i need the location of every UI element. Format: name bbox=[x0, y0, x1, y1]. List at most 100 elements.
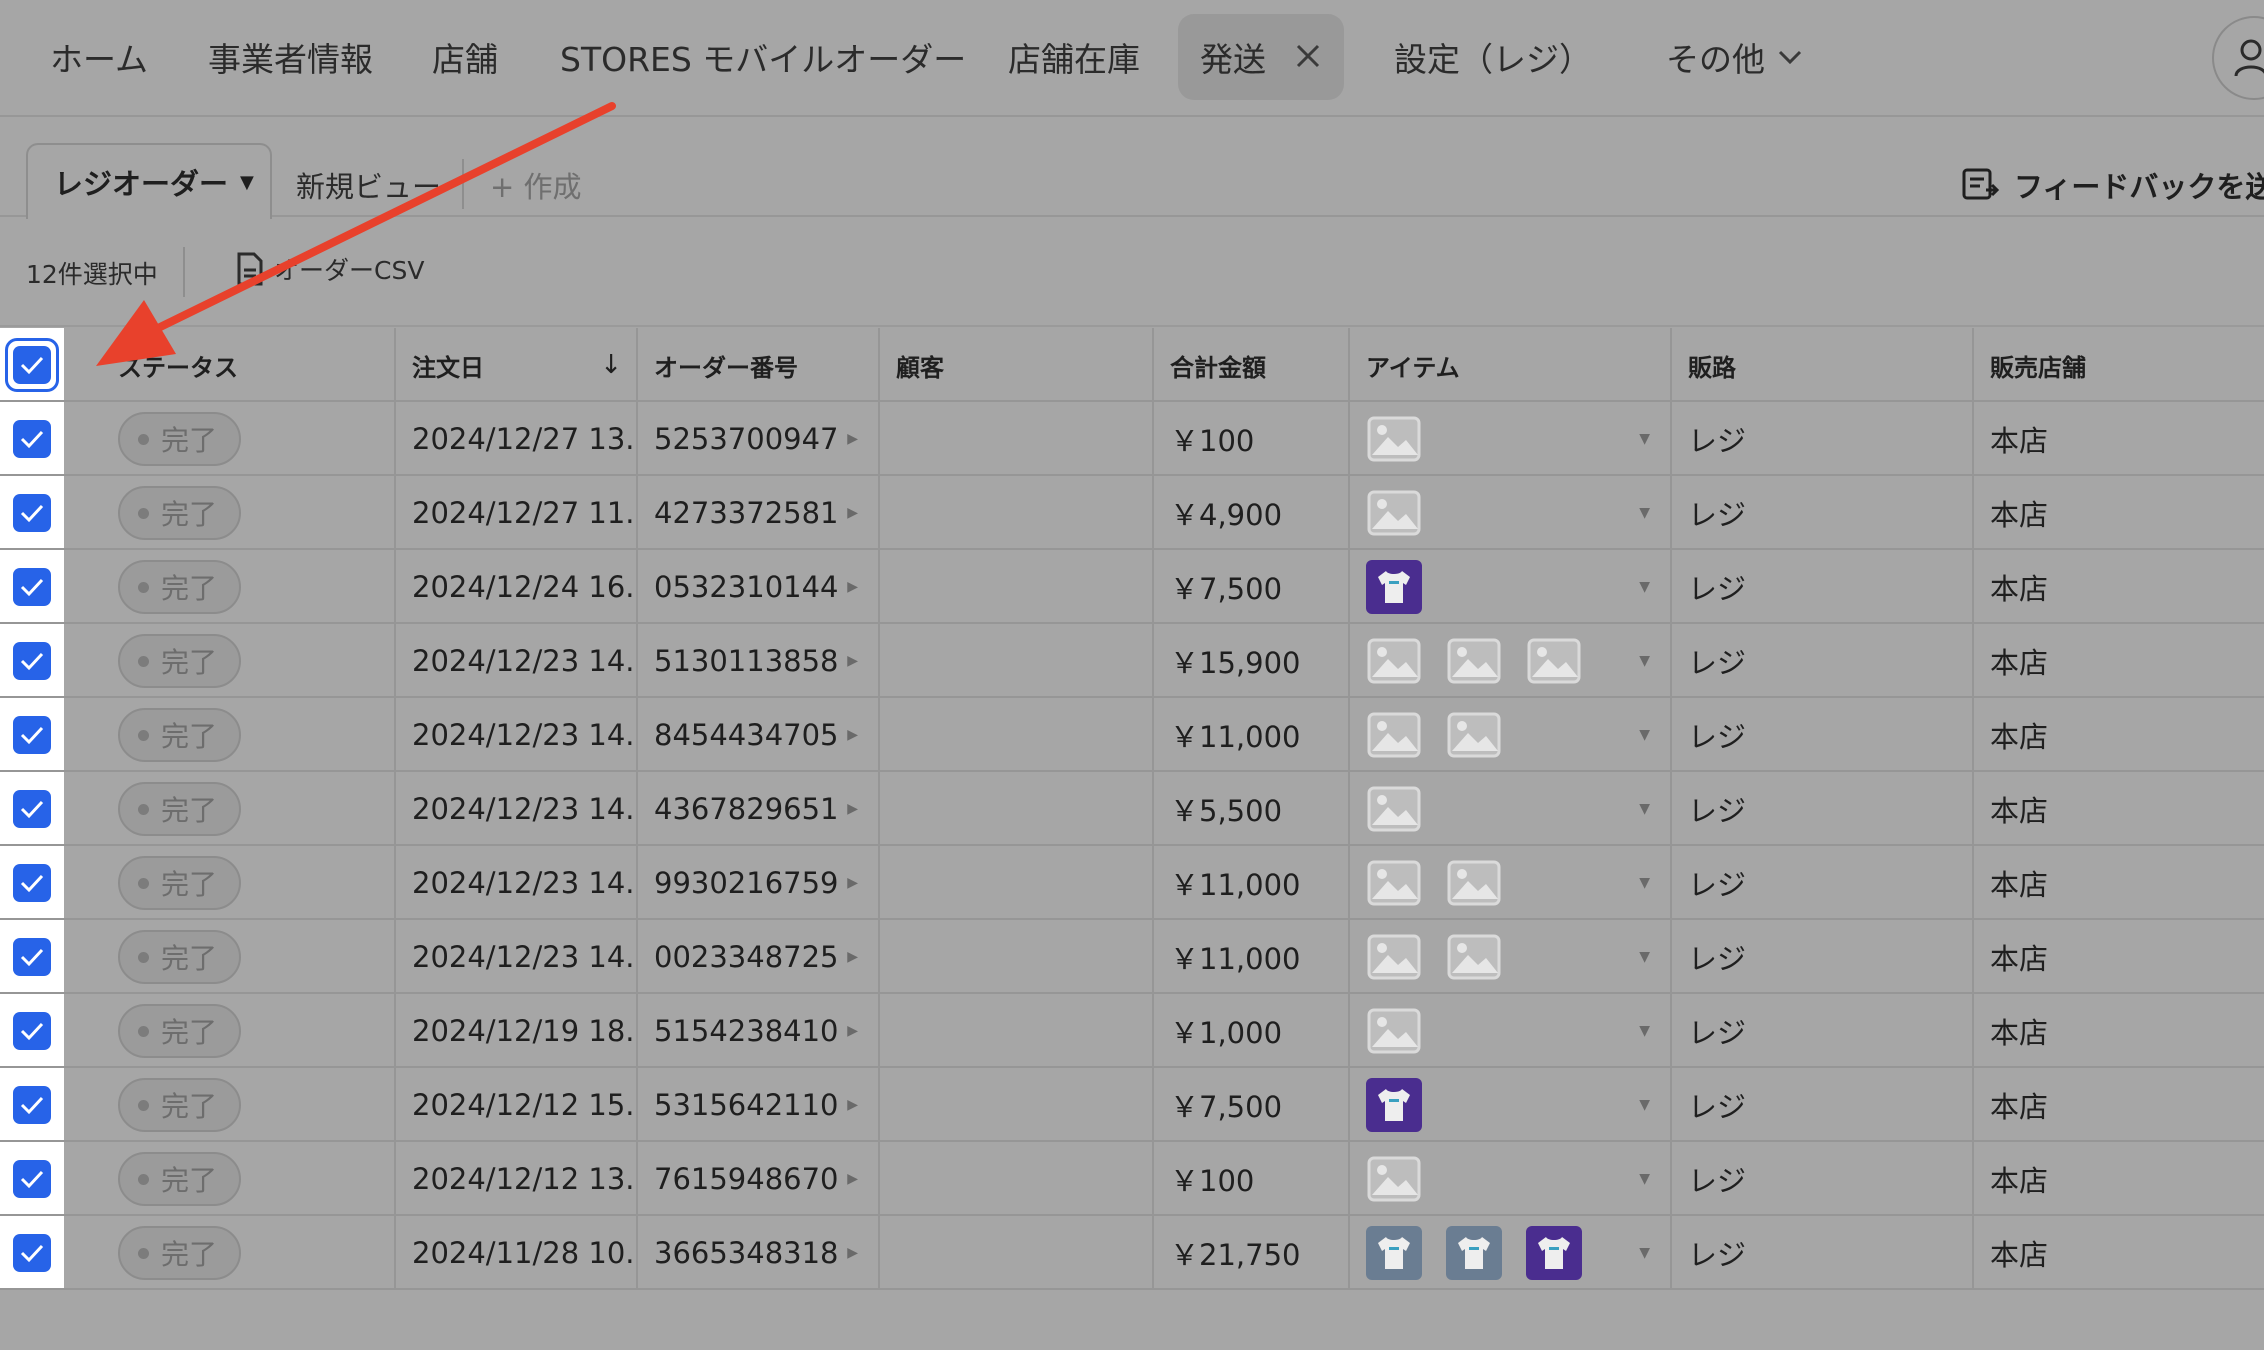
nav-store-inventory[interactable]: 店舗在庫 bbox=[1008, 14, 1140, 100]
nav-mobile-order[interactable]: STORES モバイルオーダー bbox=[560, 14, 966, 100]
table-row[interactable]: 完了 2024/12/23 14... 4367829651 ▶ ￥5,500 … bbox=[0, 772, 2264, 846]
items-cell[interactable]: ▼ bbox=[1348, 772, 1670, 846]
header-items[interactable]: アイテム bbox=[1348, 328, 1670, 402]
order-number-cell[interactable]: 0023348725 ▶ bbox=[636, 920, 878, 994]
expand-arrow-icon[interactable]: ▶ bbox=[847, 875, 858, 891]
items-cell[interactable]: ▼ bbox=[1348, 846, 1670, 920]
create-view-button[interactable]: + 作成 bbox=[490, 157, 582, 213]
order-number[interactable]: 0532310144 bbox=[654, 570, 839, 604]
items-cell[interactable]: ▼ bbox=[1348, 1068, 1670, 1142]
row-checkbox[interactable] bbox=[13, 716, 51, 754]
order-csv-button[interactable]: オーダーCSV bbox=[236, 251, 424, 287]
close-icon[interactable] bbox=[1294, 37, 1322, 77]
select-all-checkbox[interactable] bbox=[5, 338, 59, 392]
table-row[interactable]: 完了 2024/12/23 14... 5130113858 ▶ ￥15,900… bbox=[0, 624, 2264, 698]
order-number[interactable]: 5315642110 bbox=[654, 1088, 839, 1122]
dropdown-arrow-icon[interactable]: ▼ bbox=[1639, 505, 1650, 521]
order-number[interactable]: 5154238410 bbox=[654, 1014, 839, 1048]
dropdown-arrow-icon[interactable]: ▼ bbox=[1639, 653, 1650, 669]
row-checkbox[interactable] bbox=[13, 1012, 51, 1050]
expand-arrow-icon[interactable]: ▶ bbox=[847, 1023, 858, 1039]
table-row[interactable]: 完了 2024/11/28 10... 3665348318 ▶ ￥21,750… bbox=[0, 1216, 2264, 1290]
header-order-date[interactable]: 注文日 ↓ bbox=[394, 328, 636, 402]
dropdown-arrow-icon[interactable]: ▼ bbox=[1639, 431, 1650, 447]
expand-arrow-icon[interactable]: ▶ bbox=[847, 505, 858, 521]
expand-arrow-icon[interactable]: ▶ bbox=[847, 579, 858, 595]
items-cell[interactable]: ▼ bbox=[1348, 698, 1670, 772]
nav-settings-register[interactable]: 設定（レジ） bbox=[1394, 14, 1592, 100]
items-cell[interactable]: ▼ bbox=[1348, 920, 1670, 994]
expand-arrow-icon[interactable]: ▶ bbox=[847, 801, 858, 817]
header-total[interactable]: 合計金額 bbox=[1152, 328, 1348, 402]
order-number-cell[interactable]: 5154238410 ▶ bbox=[636, 994, 878, 1068]
dropdown-arrow-icon[interactable]: ▼ bbox=[1639, 1171, 1650, 1187]
items-cell[interactable]: ▼ bbox=[1348, 1142, 1670, 1216]
nav-more[interactable]: その他 bbox=[1666, 14, 1803, 100]
row-checkbox[interactable] bbox=[13, 1160, 51, 1198]
order-number[interactable]: 5130113858 bbox=[654, 644, 839, 678]
row-checkbox[interactable] bbox=[13, 938, 51, 976]
items-cell[interactable]: ▼ bbox=[1348, 994, 1670, 1068]
order-number-cell[interactable]: 4367829651 ▶ bbox=[636, 772, 878, 846]
table-row[interactable]: 完了 2024/12/23 14... 0023348725 ▶ ￥11,000… bbox=[0, 920, 2264, 994]
header-channel[interactable]: 販路 bbox=[1670, 328, 1972, 402]
nav-shipping-tab[interactable]: 発送 bbox=[1178, 14, 1344, 100]
order-number[interactable]: 4273372581 bbox=[654, 496, 839, 530]
table-row[interactable]: 完了 2024/12/23 14... 8454434705 ▶ ￥11,000… bbox=[0, 698, 2264, 772]
table-row[interactable]: 完了 2024/12/27 11... 4273372581 ▶ ￥4,900 … bbox=[0, 476, 2264, 550]
expand-arrow-icon[interactable]: ▶ bbox=[847, 1097, 858, 1113]
expand-arrow-icon[interactable]: ▶ bbox=[847, 431, 858, 447]
nav-store[interactable]: 店舗 bbox=[432, 14, 498, 100]
items-cell[interactable]: ▼ bbox=[1348, 402, 1670, 476]
expand-arrow-icon[interactable]: ▶ bbox=[847, 653, 858, 669]
items-cell[interactable]: ▼ bbox=[1348, 624, 1670, 698]
user-avatar[interactable] bbox=[2212, 16, 2264, 100]
caret-down-icon[interactable]: ▼ bbox=[240, 172, 254, 193]
order-number-cell[interactable]: 4273372581 ▶ bbox=[636, 476, 878, 550]
items-cell[interactable]: ▼ bbox=[1348, 1216, 1670, 1290]
table-row[interactable]: 完了 2024/12/12 15... 5315642110 ▶ ￥7,500 … bbox=[0, 1068, 2264, 1142]
expand-arrow-icon[interactable]: ▶ bbox=[847, 949, 858, 965]
dropdown-arrow-icon[interactable]: ▼ bbox=[1639, 1097, 1650, 1113]
order-number-cell[interactable]: 7615948670 ▶ bbox=[636, 1142, 878, 1216]
table-row[interactable]: 完了 2024/12/19 18... 5154238410 ▶ ￥1,000 … bbox=[0, 994, 2264, 1068]
dropdown-arrow-icon[interactable]: ▼ bbox=[1639, 949, 1650, 965]
sort-down-icon[interactable]: ↓ bbox=[600, 350, 622, 380]
header-status[interactable]: ステータス bbox=[64, 328, 394, 402]
order-number-cell[interactable]: 5130113858 ▶ bbox=[636, 624, 878, 698]
header-store[interactable]: 販売店舗 bbox=[1972, 328, 2264, 402]
order-number-cell[interactable]: 5315642110 ▶ bbox=[636, 1068, 878, 1142]
row-checkbox[interactable] bbox=[13, 1234, 51, 1272]
expand-arrow-icon[interactable]: ▶ bbox=[847, 727, 858, 743]
order-number-cell[interactable]: 8454434705 ▶ bbox=[636, 698, 878, 772]
row-checkbox[interactable] bbox=[13, 864, 51, 902]
order-number[interactable]: 3665348318 bbox=[654, 1236, 839, 1270]
order-number[interactable]: 5253700947 bbox=[654, 422, 839, 456]
order-number[interactable]: 0023348725 bbox=[654, 940, 839, 974]
items-cell[interactable]: ▼ bbox=[1348, 476, 1670, 550]
dropdown-arrow-icon[interactable]: ▼ bbox=[1639, 1245, 1650, 1261]
dropdown-arrow-icon[interactable]: ▼ bbox=[1639, 875, 1650, 891]
nav-business-info[interactable]: 事業者情報 bbox=[208, 14, 373, 100]
order-number[interactable]: 7615948670 bbox=[654, 1162, 839, 1196]
row-checkbox[interactable] bbox=[13, 1086, 51, 1124]
nav-home[interactable]: ホーム bbox=[50, 14, 148, 100]
table-row[interactable]: 完了 2024/12/27 13... 5253700947 ▶ ￥100 ▼ … bbox=[0, 402, 2264, 476]
table-row[interactable]: 完了 2024/12/12 13... 7615948670 ▶ ￥100 ▼ … bbox=[0, 1142, 2264, 1216]
dropdown-arrow-icon[interactable]: ▼ bbox=[1639, 579, 1650, 595]
items-cell[interactable]: ▼ bbox=[1348, 550, 1670, 624]
expand-arrow-icon[interactable]: ▶ bbox=[847, 1171, 858, 1187]
order-number[interactable]: 4367829651 bbox=[654, 792, 839, 826]
dropdown-arrow-icon[interactable]: ▼ bbox=[1639, 1023, 1650, 1039]
header-customer[interactable]: 顧客 bbox=[878, 328, 1152, 402]
row-checkbox[interactable] bbox=[13, 494, 51, 532]
view-tab-register-orders[interactable]: レジオーダー ▼ bbox=[26, 143, 272, 219]
table-row[interactable]: 完了 2024/12/23 14... 9930216759 ▶ ￥11,000… bbox=[0, 846, 2264, 920]
order-number-cell[interactable]: 5253700947 ▶ bbox=[636, 402, 878, 476]
dropdown-arrow-icon[interactable]: ▼ bbox=[1639, 727, 1650, 743]
order-number-cell[interactable]: 9930216759 ▶ bbox=[636, 846, 878, 920]
header-order-number[interactable]: オーダー番号 bbox=[636, 328, 878, 402]
row-checkbox[interactable] bbox=[13, 642, 51, 680]
expand-arrow-icon[interactable]: ▶ bbox=[847, 1245, 858, 1261]
order-number-cell[interactable]: 3665348318 ▶ bbox=[636, 1216, 878, 1290]
